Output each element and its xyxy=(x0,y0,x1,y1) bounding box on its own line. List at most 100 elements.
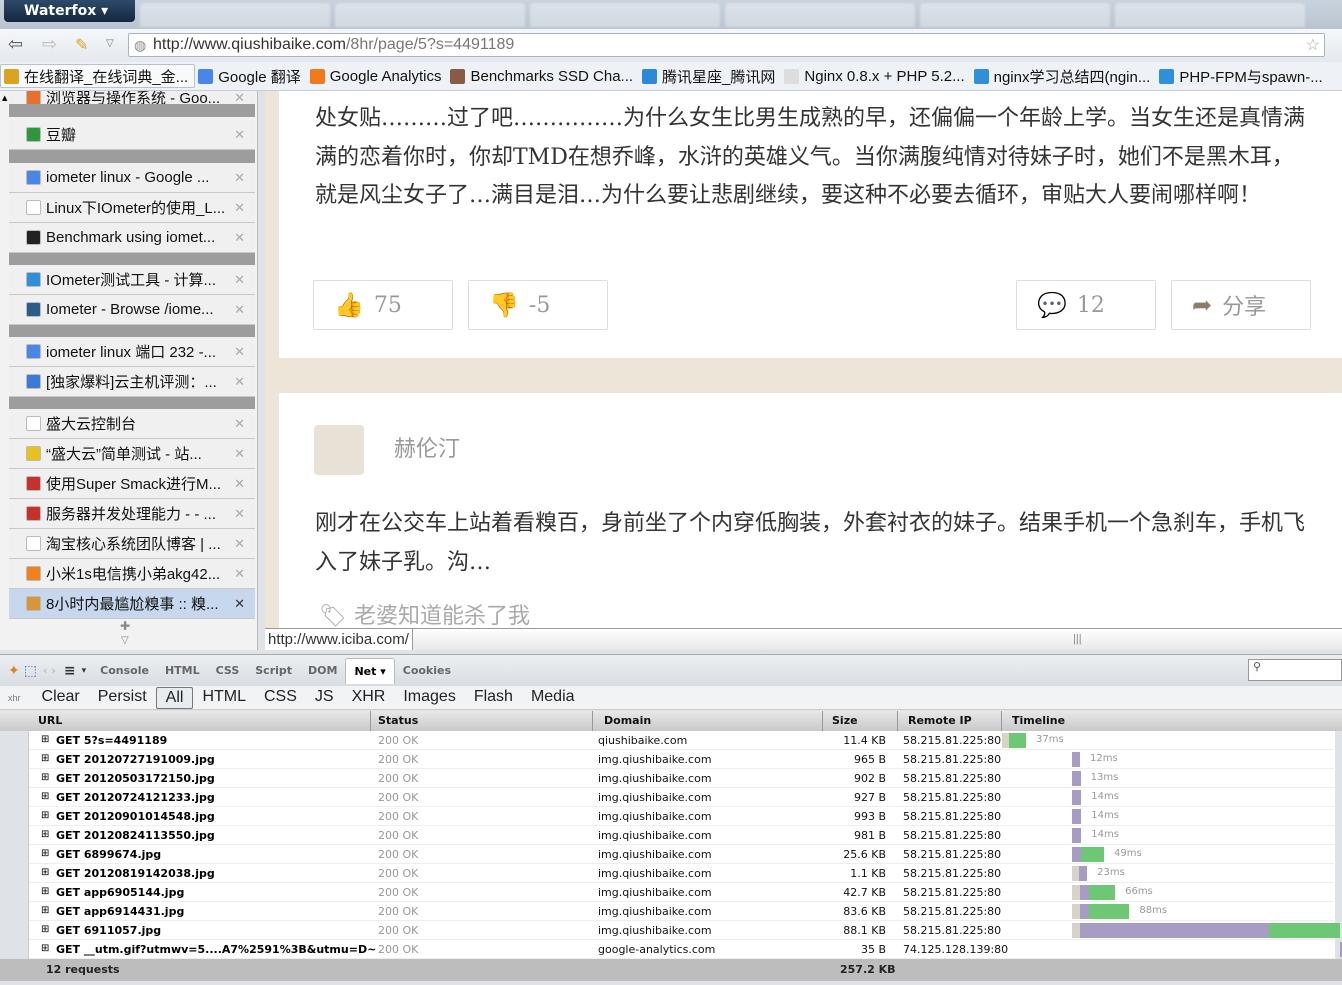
downvote-button[interactable]: 👎 -5 xyxy=(468,280,608,330)
firebug-tab[interactable]: CSS xyxy=(208,658,248,684)
browser-tab[interactable] xyxy=(140,3,330,27)
net-request-row[interactable]: ⊞ GET 6899674.jpg 200 OK img.qiushibaike.co… xyxy=(29,845,1336,864)
expand-icon[interactable]: ⊞ xyxy=(41,924,49,935)
scrollbar-grip[interactable]: ||| xyxy=(1070,631,1085,647)
sidebar-tab[interactable]: 使用Super Smack进行M... ✕ xyxy=(9,469,255,499)
back-forward-icon[interactable]: ‹ › xyxy=(43,664,56,677)
expand-icon[interactable]: ⊞ xyxy=(41,943,49,954)
firebug-search-input[interactable]: ⚲ xyxy=(1248,659,1342,681)
sidebar-tab[interactable]: [独家爆料]云主机评测：... ✕ xyxy=(9,367,255,397)
sidebar-tab[interactable]: Linux下IOmeter的使用_L... ✕ xyxy=(9,193,255,223)
expand-icon[interactable]: ⊞ xyxy=(41,734,49,745)
bookmark-item[interactable]: 在线翻译_在线词典_金... xyxy=(0,64,196,88)
dropdown-icon[interactable]: ▽ xyxy=(106,38,114,49)
sidebar-tab[interactable]: Iometer - Browse /iome... ✕ xyxy=(9,295,255,325)
net-request-row[interactable]: ⊞ GET __utm.gif?utmwv=5....A7%2591%3B&utm… xyxy=(29,940,1342,959)
forward-icon[interactable]: ⇨ xyxy=(42,34,57,55)
expand-icon[interactable]: ⊞ xyxy=(41,867,49,878)
firebug-tab[interactable]: Net ▾ xyxy=(345,657,395,684)
sidebar-tab[interactable]: 淘宝核心系统团队博客 | ... ✕ xyxy=(9,529,255,559)
sidebar-tab[interactable]: Benchmark using iomet... ✕ xyxy=(9,223,255,253)
sidebar-tab[interactable]: 8小时内最尴尬糗事 :: 糗... ✕ xyxy=(9,589,255,619)
upvote-button[interactable]: 👍 75 xyxy=(313,280,453,330)
bookmark-item[interactable]: Google 翻译 xyxy=(195,64,307,88)
net-filter-media[interactable]: Media xyxy=(522,687,584,709)
close-tab-icon[interactable]: ✕ xyxy=(234,127,245,143)
firebug-tab[interactable]: Cookies xyxy=(395,658,459,684)
author-name[interactable]: 赫伦汀 xyxy=(394,431,460,463)
expand-icon[interactable]: ⊞ xyxy=(41,905,49,916)
net-filter-persist[interactable]: Persist xyxy=(89,687,156,709)
xhr-icon[interactable]: xhr xyxy=(8,693,21,703)
bookmark-item[interactable]: nginx学习总结四(ngin... xyxy=(971,64,1157,88)
post-tag[interactable]: 老婆知道能杀了我 xyxy=(354,604,530,628)
expand-icon[interactable]: ⊞ xyxy=(41,829,49,840)
close-tab-icon[interactable]: ✕ xyxy=(234,566,245,582)
col-url[interactable]: URL xyxy=(38,714,62,727)
firebug-tab[interactable]: Script xyxy=(247,658,300,684)
close-tab-icon[interactable]: ✕ xyxy=(234,374,245,390)
close-tab-icon[interactable]: ✕ xyxy=(234,536,245,552)
net-request-row[interactable]: ⊞ GET 20120727191009.jpg 200 OK img.qiushib… xyxy=(29,750,1336,769)
browser-tab[interactable] xyxy=(725,3,915,27)
expand-icon[interactable]: ⊞ xyxy=(41,848,49,859)
expand-icon[interactable]: ⊞ xyxy=(41,753,49,764)
net-request-row[interactable]: ⊞ GET app6914431.jpg 200 OK img.qiushibaike… xyxy=(29,902,1336,921)
net-request-row[interactable]: ⊞ GET 5?s=4491189 200 OK qiushibaike.com 11.… xyxy=(29,731,1336,750)
expand-icon[interactable]: ⊞ xyxy=(41,810,49,821)
close-tab-icon[interactable]: ✕ xyxy=(234,272,245,288)
expand-icon[interactable]: ⊞ xyxy=(41,886,49,897)
expand-icon[interactable]: ⊞ xyxy=(41,772,49,783)
close-tab-icon[interactable]: ✕ xyxy=(234,506,245,522)
col-timeline[interactable]: Timeline xyxy=(1012,714,1065,727)
sidebar-tab[interactable]: iometer linux - Google ... ✕ xyxy=(9,163,255,193)
sidebar-tab[interactable]: IOmeter测试工具 - 计算... ✕ xyxy=(9,265,255,295)
col-domain[interactable]: Domain xyxy=(604,714,651,727)
browser-tab[interactable] xyxy=(1115,3,1305,27)
edit-icon[interactable]: ✎ xyxy=(75,35,88,54)
sidebar-tab[interactable]: 服务器并发处理能力 - - ... ✕ xyxy=(9,499,255,529)
sidebar-tab[interactable]: 小米1s电信携小弟akg42... ✕ xyxy=(9,559,255,589)
col-status[interactable]: Status xyxy=(378,714,418,727)
dropdown-icon[interactable]: ▾ xyxy=(82,666,87,676)
sidebar-tab[interactable]: 盛大云控制台 ✕ xyxy=(9,409,255,439)
url-bar[interactable]: ◍ http://www.qiushibaike.com/8hr/page/5?… xyxy=(128,33,1325,57)
sidebar-tab[interactable]: iometer linux 端口 232 -... ✕ xyxy=(9,337,255,367)
net-request-row[interactable]: ⊞ GET 20120724121233.jpg 200 OK img.qiushib… xyxy=(29,788,1336,807)
scroll-down-icon[interactable]: ▽ xyxy=(121,635,129,646)
close-tab-icon[interactable]: ✕ xyxy=(234,416,245,432)
close-tab-icon[interactable]: ✕ xyxy=(234,302,245,318)
new-tab-icon[interactable]: ✚ xyxy=(120,619,130,633)
net-filter-js[interactable]: JS xyxy=(306,687,343,709)
browser-tab[interactable] xyxy=(335,3,525,27)
close-tab-icon[interactable]: ✕ xyxy=(234,596,245,612)
firebug-icon[interactable]: ✦ xyxy=(8,663,20,679)
net-request-row[interactable]: ⊞ GET 6911057.jpg 200 OK img.qiushibaike.co… xyxy=(29,921,1340,940)
firebug-tab[interactable]: Console xyxy=(92,658,157,684)
firebug-tab[interactable]: HTML xyxy=(157,658,208,684)
bookmark-item[interactable]: 腾讯星座_腾讯网 xyxy=(639,64,781,88)
bookmark-star-icon[interactable]: ☆ xyxy=(1306,35,1320,55)
browser-tab[interactable] xyxy=(530,3,720,27)
share-button[interactable]: ➦ 分享 xyxy=(1171,280,1311,330)
net-request-row[interactable]: ⊞ GET 20120824113550.jpg 200 OK img.qiushib… xyxy=(29,826,1336,845)
net-filter-images[interactable]: Images xyxy=(394,687,464,709)
net-filter-clear[interactable]: Clear xyxy=(33,687,89,709)
net-request-row[interactable]: ⊞ GET 20120819142038.jpg 200 OK img.qiushib… xyxy=(29,864,1336,883)
back-icon[interactable]: ⇦ xyxy=(8,34,23,55)
app-menu-button[interactable]: Waterfox ▾ xyxy=(4,0,135,22)
close-tab-icon[interactable]: ✕ xyxy=(234,170,245,186)
bookmark-item[interactable]: PHP-FPM与spawn-... xyxy=(1156,64,1328,88)
sidebar-tab[interactable]: “盛大云”简单测试 - 站... ✕ xyxy=(9,439,255,469)
menu-icon[interactable]: ≡ xyxy=(64,663,76,679)
close-tab-icon[interactable]: ✕ xyxy=(234,344,245,360)
net-request-row[interactable]: ⊞ GET 20120901014548.jpg 200 OK img.qiushib… xyxy=(29,807,1336,826)
scroll-up-icon[interactable]: ▲ xyxy=(2,94,7,102)
close-tab-icon[interactable]: ✕ xyxy=(234,476,245,492)
bookmark-item[interactable]: Benchmarks SSD Cha... xyxy=(447,64,639,88)
col-remote-ip[interactable]: Remote IP xyxy=(908,714,972,727)
net-request-row[interactable]: ⊞ GET app6905144.jpg 200 OK img.qiushibaike… xyxy=(29,883,1336,902)
firebug-tab[interactable]: DOM xyxy=(300,658,345,684)
close-tab-icon[interactable]: ✕ xyxy=(234,446,245,462)
col-size[interactable]: Size xyxy=(832,714,858,727)
